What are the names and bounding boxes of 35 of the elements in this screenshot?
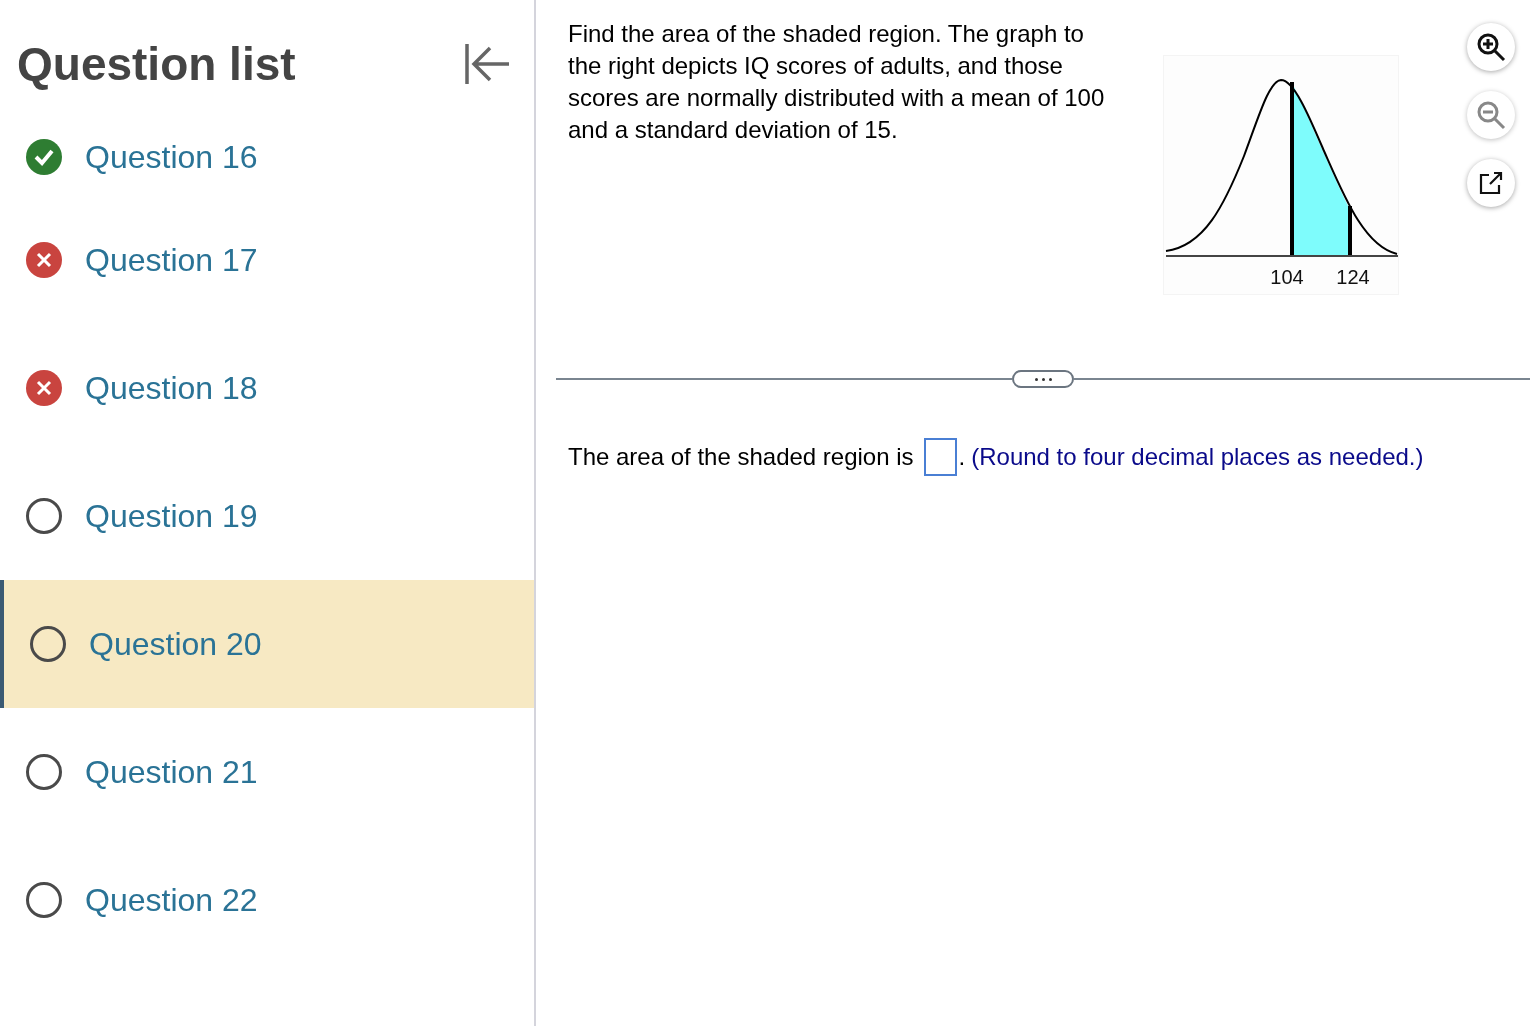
question-text: Find the area of the shaded region. The graph to the right depicts IQ scores of adults, and those scores are normally distributed with a mean of 100 and a standard deviation of 15. [568,19,1106,145]
boundary-line [1348,206,1352,256]
expand-handle[interactable] [1012,370,1074,388]
question-item[interactable]: Question 18 [0,324,534,452]
period-text: . [958,442,966,472]
check-icon [25,138,63,176]
question-item[interactable]: Question 17 [0,196,534,324]
zoom-in-icon[interactable] [1467,23,1515,71]
collapse-icon[interactable] [464,42,512,86]
question-label: Question 21 [85,753,258,792]
empty-circle-icon [29,625,67,663]
question-item[interactable]: Question 20 [0,580,534,708]
cross-icon [25,369,63,407]
question-label: Question 19 [85,497,258,536]
zoom-out-icon[interactable] [1467,91,1515,139]
empty-circle-icon [25,497,63,535]
question-label: Question 17 [85,241,258,280]
empty-circle-icon [25,881,63,919]
external-link-icon[interactable] [1467,159,1515,207]
question-item[interactable]: Question 19 [0,452,534,580]
question-item[interactable]: Question 21 [0,708,534,836]
question-label: Question 16 [85,138,258,177]
question-item[interactable]: Question 16 [0,118,534,196]
question-label: Question 22 [85,881,258,920]
cross-icon [25,241,63,279]
answer-field[interactable] [923,438,957,476]
answer-prompt: The area of the shaded region is [568,442,914,472]
sidebar-title: Question list [17,36,296,92]
rounding-hint: (Round to four decimal places as needed.) [971,442,1424,472]
axis-label: 124 [1336,266,1370,288]
question-label: Question 18 [85,369,258,408]
question-label: Question 20 [89,625,262,664]
empty-circle-icon [25,753,63,791]
axis-label: 104 [1270,266,1304,288]
question-item[interactable]: Question 22 [0,836,534,964]
